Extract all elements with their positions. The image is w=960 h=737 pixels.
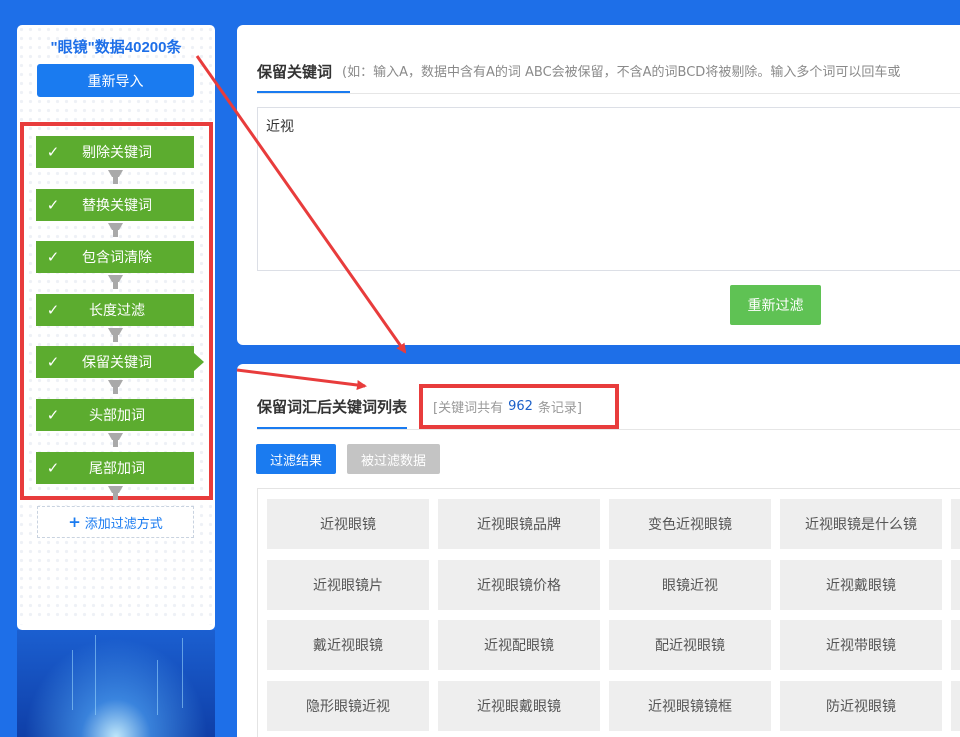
funnel-icon	[108, 486, 123, 500]
step-label: 尾部加词	[89, 461, 145, 477]
keyword-grid: 近视眼镜 近视眼镜品牌 变色近视眼镜 近视眼镜是什么镜 近视眼镜片 近视眼镜价格 眼镜近视近…	[257, 488, 960, 737]
keyword-chip[interactable]: 近视配眼镜	[438, 620, 600, 670]
check-icon: ✓	[46, 143, 60, 161]
add-filter-button[interactable]: + 添加过滤方式	[37, 506, 194, 538]
funnel-icon	[108, 328, 123, 342]
step-item[interactable]: ✓ 保留关键词	[36, 346, 204, 378]
step-label: 替换关键词	[82, 198, 152, 214]
funnel-icon	[108, 275, 123, 289]
step-item[interactable]: ✓ 尾部加词	[36, 452, 194, 484]
plus-icon: +	[68, 513, 81, 531]
keyword-chip-clipped[interactable]	[951, 620, 960, 670]
funnel-icon	[108, 433, 123, 447]
keyword-count-badge: [关键词共有 962 条记录]	[419, 384, 619, 429]
check-icon: ✓	[46, 406, 60, 424]
check-icon: ✓	[46, 248, 60, 266]
check-icon: ✓	[46, 196, 60, 214]
step-item[interactable]: ✓ 头部加词	[36, 399, 194, 431]
keyword-chip[interactable]: 近视眼镜品牌	[438, 499, 600, 549]
keep-keyword-input[interactable]: 近视	[257, 107, 960, 271]
keep-keyword-hint: (如：输入A，数据中含有A的词 ABC会被保留，不含A的词BCD将被剔除。输入多…	[342, 65, 901, 80]
step-item[interactable]: ✓ 包含词清除	[36, 241, 194, 273]
refilter-button[interactable]: 重新过滤	[730, 285, 821, 325]
step-item[interactable]: ✓ 长度过滤	[36, 294, 194, 326]
step-label: 头部加词	[89, 408, 145, 424]
keyword-chip[interactable]: 眼镜近视	[609, 559, 771, 610]
keyword-chip[interactable]: 近视带眼镜	[780, 620, 942, 670]
check-icon: ✓	[46, 353, 60, 371]
keyword-chip-clipped[interactable]	[951, 499, 960, 549]
step-label: 长度过滤	[89, 303, 145, 319]
funnel-icon	[108, 223, 123, 237]
list-divider	[257, 429, 960, 430]
keyword-chip-clipped[interactable]	[951, 559, 960, 610]
count-value: 962	[508, 399, 533, 414]
keyword-chip[interactable]: 近视眼镜镜框	[609, 680, 771, 731]
keyword-chip[interactable]: 配近视眼镜	[609, 620, 771, 670]
funnel-icon	[108, 170, 123, 184]
keyword-chip[interactable]: 近视眼戴眼镜	[438, 680, 600, 731]
step-item[interactable]: ✓ 替换关键词	[36, 189, 194, 221]
tab-keep-keyword[interactable]: 保留关键词	[257, 61, 351, 93]
step-label: 保留关键词	[82, 355, 152, 371]
step-item[interactable]: ✓ 剔除关键词	[36, 136, 194, 168]
check-icon: ✓	[46, 301, 60, 319]
tab-divider	[257, 93, 960, 94]
tab-keyword-list[interactable]: 保留词汇后关键词列表	[257, 396, 408, 429]
keyword-chip[interactable]: 近视眼镜价格	[438, 559, 600, 610]
dataset-title: "眼镜"数据40200条	[50, 39, 182, 56]
decorative-glow	[17, 630, 215, 737]
keep-keyword-panel: 保留关键词 (如：输入A，数据中含有A的词 ABC会被保留，不含A的词BCD将被…	[237, 25, 960, 345]
keyword-chip[interactable]: 隐形眼镜近视	[267, 680, 429, 731]
step-label: 包含词清除	[82, 250, 152, 266]
reimport-button[interactable]: 重新导入	[37, 64, 194, 97]
result-panel: 保留词汇后关键词列表 [关键词共有 962 条记录] 过滤结果 被过滤数据 近视…	[237, 364, 960, 737]
count-prefix: [关键词共有	[433, 401, 504, 416]
keyword-chip-clipped[interactable]	[951, 680, 960, 731]
keyword-chip[interactable]: 近视戴眼镜	[780, 559, 942, 610]
funnel-icon	[108, 380, 123, 394]
count-suffix: 条记录]	[537, 401, 582, 416]
filtered-data-button[interactable]: 被过滤数据	[347, 444, 440, 474]
filter-result-button[interactable]: 过滤结果	[256, 444, 336, 474]
step-label: 剔除关键词	[82, 145, 152, 161]
add-filter-label: 添加过滤方式	[84, 516, 163, 532]
keyword-chip[interactable]: 近视眼镜片	[267, 559, 429, 610]
keyword-chip[interactable]: 变色近视眼镜	[609, 499, 771, 549]
keyword-chip[interactable]: 近视眼镜是什么镜	[780, 499, 942, 549]
keyword-chip[interactable]: 戴近视眼镜	[267, 620, 429, 670]
keyword-chip[interactable]: 防近视眼镜	[780, 680, 942, 731]
keyword-chip[interactable]: 近视眼镜	[267, 499, 429, 549]
check-icon: ✓	[46, 459, 60, 477]
